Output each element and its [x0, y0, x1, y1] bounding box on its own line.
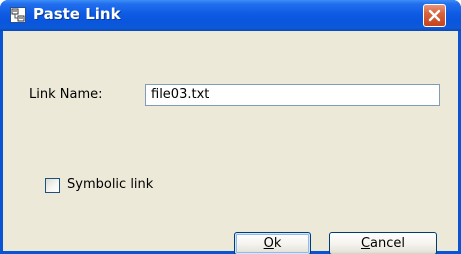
close-button[interactable]: [423, 4, 446, 27]
ok-button-mnemonic: O: [263, 236, 274, 251]
link-app-icon: [10, 7, 26, 23]
close-icon: [428, 9, 441, 22]
dialog-body: Link Name: file03.txt Symbolic link Ok C…: [3, 31, 458, 254]
cancel-button-mnemonic: C: [360, 236, 371, 251]
cancel-button[interactable]: Cancel: [329, 232, 437, 254]
dialog-title: Paste Link: [33, 5, 121, 23]
ok-button[interactable]: Ok: [234, 232, 311, 254]
symbolic-link-checkbox[interactable]: [45, 178, 60, 193]
symbolic-link-label[interactable]: Symbolic link: [67, 177, 153, 192]
ok-button-label: k: [273, 236, 282, 251]
link-name-input[interactable]: file03.txt: [145, 84, 440, 106]
title-bar[interactable]: Paste Link: [0, 0, 461, 31]
link-name-label: Link Name:: [29, 87, 103, 102]
paste-link-dialog: Paste Link Link Name: file03.txt Symboli…: [0, 0, 461, 254]
cancel-button-label: ancel: [370, 236, 406, 251]
